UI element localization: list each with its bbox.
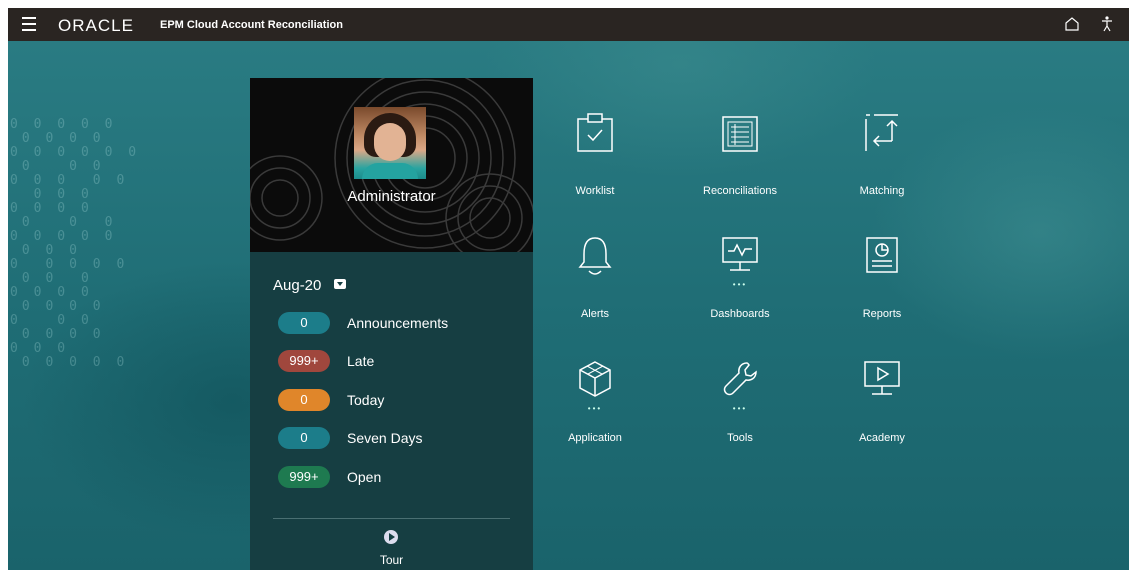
count-badge: 0 bbox=[278, 312, 330, 334]
count-badge: 999+ bbox=[278, 350, 330, 372]
tile-label: Academy bbox=[859, 432, 905, 444]
tile-label: Dashboards bbox=[710, 308, 770, 320]
clipboard-check-icon bbox=[577, 113, 613, 152]
stat-label: Open bbox=[347, 469, 382, 485]
navigator-menu-icon[interactable] bbox=[22, 17, 36, 31]
presentation-play-icon bbox=[864, 361, 900, 395]
oracle-logo: ORACLE bbox=[58, 16, 134, 35]
username: Administrator bbox=[347, 188, 436, 205]
tile-label: Reports bbox=[862, 308, 902, 320]
list-document-icon bbox=[722, 116, 758, 152]
stat-label: Late bbox=[347, 353, 375, 369]
matching-arrows-icon bbox=[865, 114, 898, 151]
period-label: Aug-20 bbox=[273, 277, 322, 294]
app-title: EPM Cloud Account Reconciliation bbox=[160, 19, 343, 31]
stat-label: Seven Days bbox=[347, 430, 423, 446]
accessibility-icon[interactable] bbox=[1099, 15, 1115, 33]
tile-label: Alerts bbox=[580, 308, 610, 320]
divider bbox=[273, 518, 510, 519]
tile-dashboards[interactable]: ••• Dashboards bbox=[685, 234, 795, 334]
tile-label: Worklist bbox=[575, 185, 615, 197]
stat-label: Announcements bbox=[347, 315, 449, 331]
stat-label: Today bbox=[347, 392, 385, 408]
tile-application[interactable]: ••• Application bbox=[540, 358, 650, 458]
tile-alerts[interactable]: Alerts bbox=[540, 234, 650, 334]
tile-matching[interactable]: Matching bbox=[827, 111, 937, 211]
cube-icon bbox=[579, 361, 611, 397]
wrench-icon bbox=[723, 362, 757, 396]
tile-reconciliations[interactable]: Reconciliations bbox=[685, 111, 795, 211]
tile-academy[interactable]: Academy bbox=[827, 358, 937, 458]
more-indicator: ••• bbox=[732, 404, 748, 413]
app-frame: 0 0 0 0 0 0 0 0 0 0 0 0 0 0 0 0 0 0 0 0 … bbox=[8, 8, 1129, 570]
tile-label: Tools bbox=[727, 432, 753, 444]
play-icon[interactable] bbox=[384, 530, 398, 544]
tile-label: Reconciliations bbox=[703, 185, 777, 197]
count-badge: 0 bbox=[278, 427, 330, 449]
count-badge: 999+ bbox=[278, 466, 330, 488]
period-dropdown-icon[interactable] bbox=[334, 279, 346, 289]
tile-worklist[interactable]: Worklist bbox=[540, 111, 650, 211]
more-indicator: ••• bbox=[587, 404, 603, 413]
tile-label: Matching bbox=[859, 185, 905, 197]
profile-panel: Administrator Aug-20 0 Announcements 999… bbox=[250, 78, 533, 570]
monitor-chart-icon bbox=[722, 237, 758, 271]
tile-tools[interactable]: ••• Tools bbox=[685, 358, 795, 458]
count-badge: 0 bbox=[278, 389, 330, 411]
report-chart-icon bbox=[866, 237, 898, 273]
more-indicator: ••• bbox=[732, 280, 748, 289]
home-icon[interactable] bbox=[1063, 15, 1081, 33]
tile-label: Application bbox=[568, 432, 622, 444]
bell-icon bbox=[578, 237, 612, 275]
background-pattern: 0 0 0 0 0 0 0 0 0 0 0 0 0 0 0 0 0 0 0 0 … bbox=[10, 117, 141, 370]
avatar[interactable] bbox=[354, 107, 426, 179]
tile-reports[interactable]: Reports bbox=[827, 234, 937, 334]
tour-link[interactable]: Tour bbox=[250, 553, 533, 567]
top-bar: ORACLE EPM Cloud Account Reconciliation bbox=[8, 8, 1129, 41]
profile-header: Administrator bbox=[250, 78, 533, 252]
